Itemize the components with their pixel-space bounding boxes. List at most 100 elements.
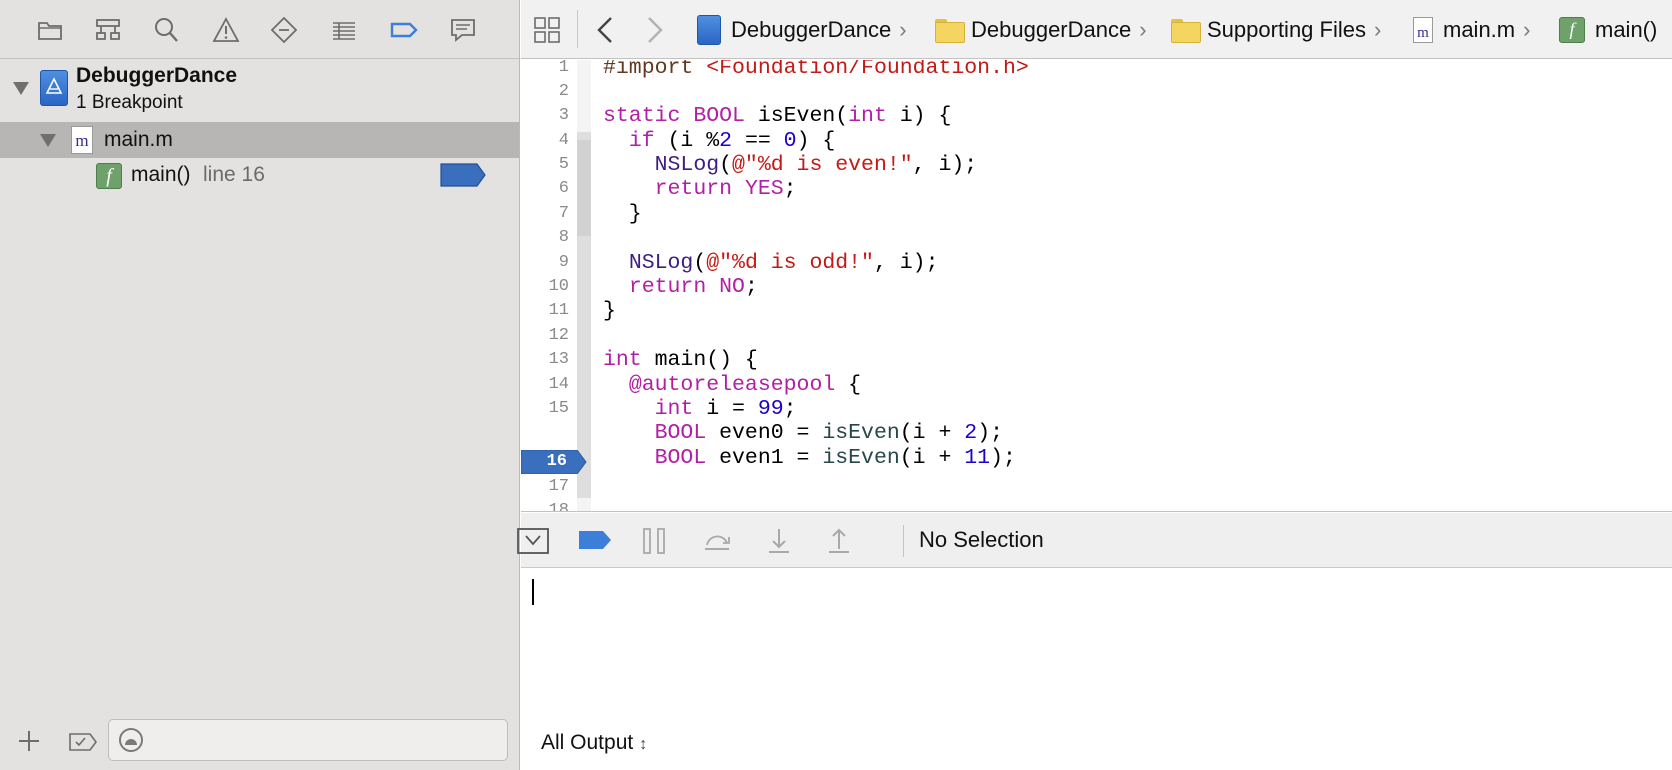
objc-file-icon: m [1413, 16, 1433, 43]
breadcrumb-label: Supporting Files [1207, 16, 1366, 42]
find-navigator-tab[interactable] [148, 12, 184, 48]
code-line-13: int main() { [603, 348, 758, 372]
breadcrumb-label: DebuggerDance [971, 16, 1132, 42]
code-line-4: if (i %2 == 0) { [628, 129, 836, 153]
code-line-9: NSLog(@"%d is odd!", i); [628, 251, 939, 275]
console-output-filter[interactable]: All Output ↕ [541, 731, 647, 755]
xcode-project-icon [697, 14, 721, 45]
test-diamond-icon [270, 16, 298, 44]
line-number: 8 [558, 228, 569, 247]
line-number: 2 [558, 82, 569, 101]
hierarchy-icon [96, 19, 120, 40]
project-name: DebuggerDance [76, 64, 238, 87]
code-line-17: BOOL even1 = isEven(i + 11); [654, 446, 1016, 470]
breadcrumb-label: main() [1595, 16, 1658, 42]
line-number: 14 [548, 375, 569, 394]
navigator-tab-bar [0, 0, 519, 59]
breakpoint-navigator: DebuggerDance 1 Breakpoint m main.m f ma… [0, 0, 520, 770]
disclosure-triangle-icon[interactable] [13, 82, 29, 95]
breakpoint-filter-icon[interactable] [68, 730, 98, 754]
step-over-icon[interactable] [701, 525, 733, 557]
line-number: 12 [548, 326, 569, 345]
code-line-3: static BOOL isEven(int i) { [603, 104, 952, 128]
console-filter-label: All Output [541, 731, 634, 754]
breadcrumb-group[interactable]: DebuggerDance › [935, 0, 1147, 59]
activate-breakpoints-icon[interactable] [577, 527, 613, 553]
breakpoint-row[interactable]: f main() line 16 [0, 158, 519, 194]
breadcrumb-chevron-icon: › [1139, 16, 1147, 42]
code-line-5: NSLog(@"%d is even!", i); [654, 153, 978, 177]
debug-navigator-tab[interactable] [326, 12, 362, 48]
function-icon: f [96, 163, 122, 189]
breadcrumb-supporting-files[interactable]: Supporting Files › [1171, 0, 1381, 59]
text-cursor [532, 579, 534, 605]
line-number: 5 [558, 155, 569, 174]
line-number: 17 [548, 477, 569, 496]
breakpoint-icon [390, 22, 418, 38]
step-out-icon[interactable] [823, 525, 855, 557]
code-line-16: BOOL even0 = isEven(i + 2); [654, 421, 1003, 445]
back-chevron-icon[interactable] [595, 15, 615, 45]
code-line-6: return YES; [654, 177, 797, 201]
breadcrumb-function[interactable]: f main() [1559, 0, 1657, 59]
line-number: 1 [558, 60, 569, 77]
breadcrumb-project[interactable]: DebuggerDance › [697, 0, 907, 59]
report-bubble-icon [451, 19, 475, 42]
debug-list-icon [333, 22, 355, 40]
symbol-navigator-tab[interactable] [90, 12, 126, 48]
disclosure-triangle-icon[interactable] [40, 134, 56, 147]
breakpoint-marker-icon[interactable] [440, 163, 486, 187]
line-number: 11 [548, 301, 569, 320]
project-navigator-tab[interactable] [32, 12, 68, 48]
breakpoint-navigator-tab[interactable] [386, 12, 422, 48]
issue-navigator-tab[interactable] [208, 12, 244, 48]
breadcrumb-chevron-icon: › [899, 16, 907, 42]
related-items-grid-icon[interactable] [533, 16, 561, 44]
jump-bar: DebuggerDance › DebuggerDance › Supporti… [521, 0, 1672, 59]
line-number: 9 [558, 253, 569, 272]
add-breakpoint-icon[interactable] [16, 728, 42, 754]
line-number: 6 [558, 179, 569, 198]
folder-icon [1171, 18, 1201, 43]
forward-chevron-icon[interactable] [645, 15, 665, 45]
code-line-14: @autoreleasepool { [628, 373, 862, 397]
file-row[interactable]: m main.m [0, 122, 519, 158]
filter-scope-icon [119, 728, 143, 752]
code-line-10: return NO; [628, 275, 758, 299]
breakpoint-function: main() [131, 163, 191, 186]
xcode-project-icon [40, 70, 68, 106]
navigator-footer [0, 712, 519, 770]
breakpoint-count: 1 Breakpoint [76, 92, 183, 113]
console-area[interactable]: All Output ↕ [521, 569, 1672, 770]
fold-region [577, 140, 591, 236]
source-editor[interactable]: 1 2 3 4 5 6 7 8 9 10 11 12 13 14 15 16 1… [521, 60, 1672, 512]
line-number: 18 [548, 501, 569, 512]
debug-bar: No Selection [517, 513, 1672, 568]
pause-icon[interactable] [641, 525, 669, 557]
toolbar-separator [577, 10, 578, 48]
search-icon [155, 18, 178, 42]
line-number: 3 [558, 106, 569, 125]
debug-bar-separator [903, 525, 904, 557]
breadcrumb-file[interactable]: m main.m › [1413, 0, 1530, 59]
function-icon: f [1559, 16, 1585, 43]
popup-arrows-icon: ↕ [639, 736, 648, 753]
code-line-15: int i = 99; [654, 397, 797, 421]
current-line-number: 16 [546, 452, 567, 471]
breadcrumb-label: main.m [1443, 16, 1516, 42]
code-line-7: } [603, 202, 642, 226]
line-number: 4 [558, 131, 569, 150]
step-into-icon[interactable] [763, 525, 795, 557]
folder-icon [38, 22, 62, 40]
line-number: 10 [548, 277, 569, 296]
stack-frame-selector[interactable]: No Selection [919, 527, 1044, 553]
line-number: 15 [548, 399, 569, 418]
breadcrumb-chevron-icon: › [1373, 16, 1382, 42]
hide-debug-area-icon[interactable] [516, 527, 552, 555]
report-navigator-tab[interactable] [445, 12, 481, 48]
test-navigator-tab[interactable] [266, 12, 302, 48]
filter-field[interactable] [108, 719, 508, 761]
breadcrumb-label: DebuggerDance [731, 16, 892, 42]
project-row[interactable]: DebuggerDance 1 Breakpoint [0, 60, 519, 122]
line-number: 13 [548, 350, 569, 369]
